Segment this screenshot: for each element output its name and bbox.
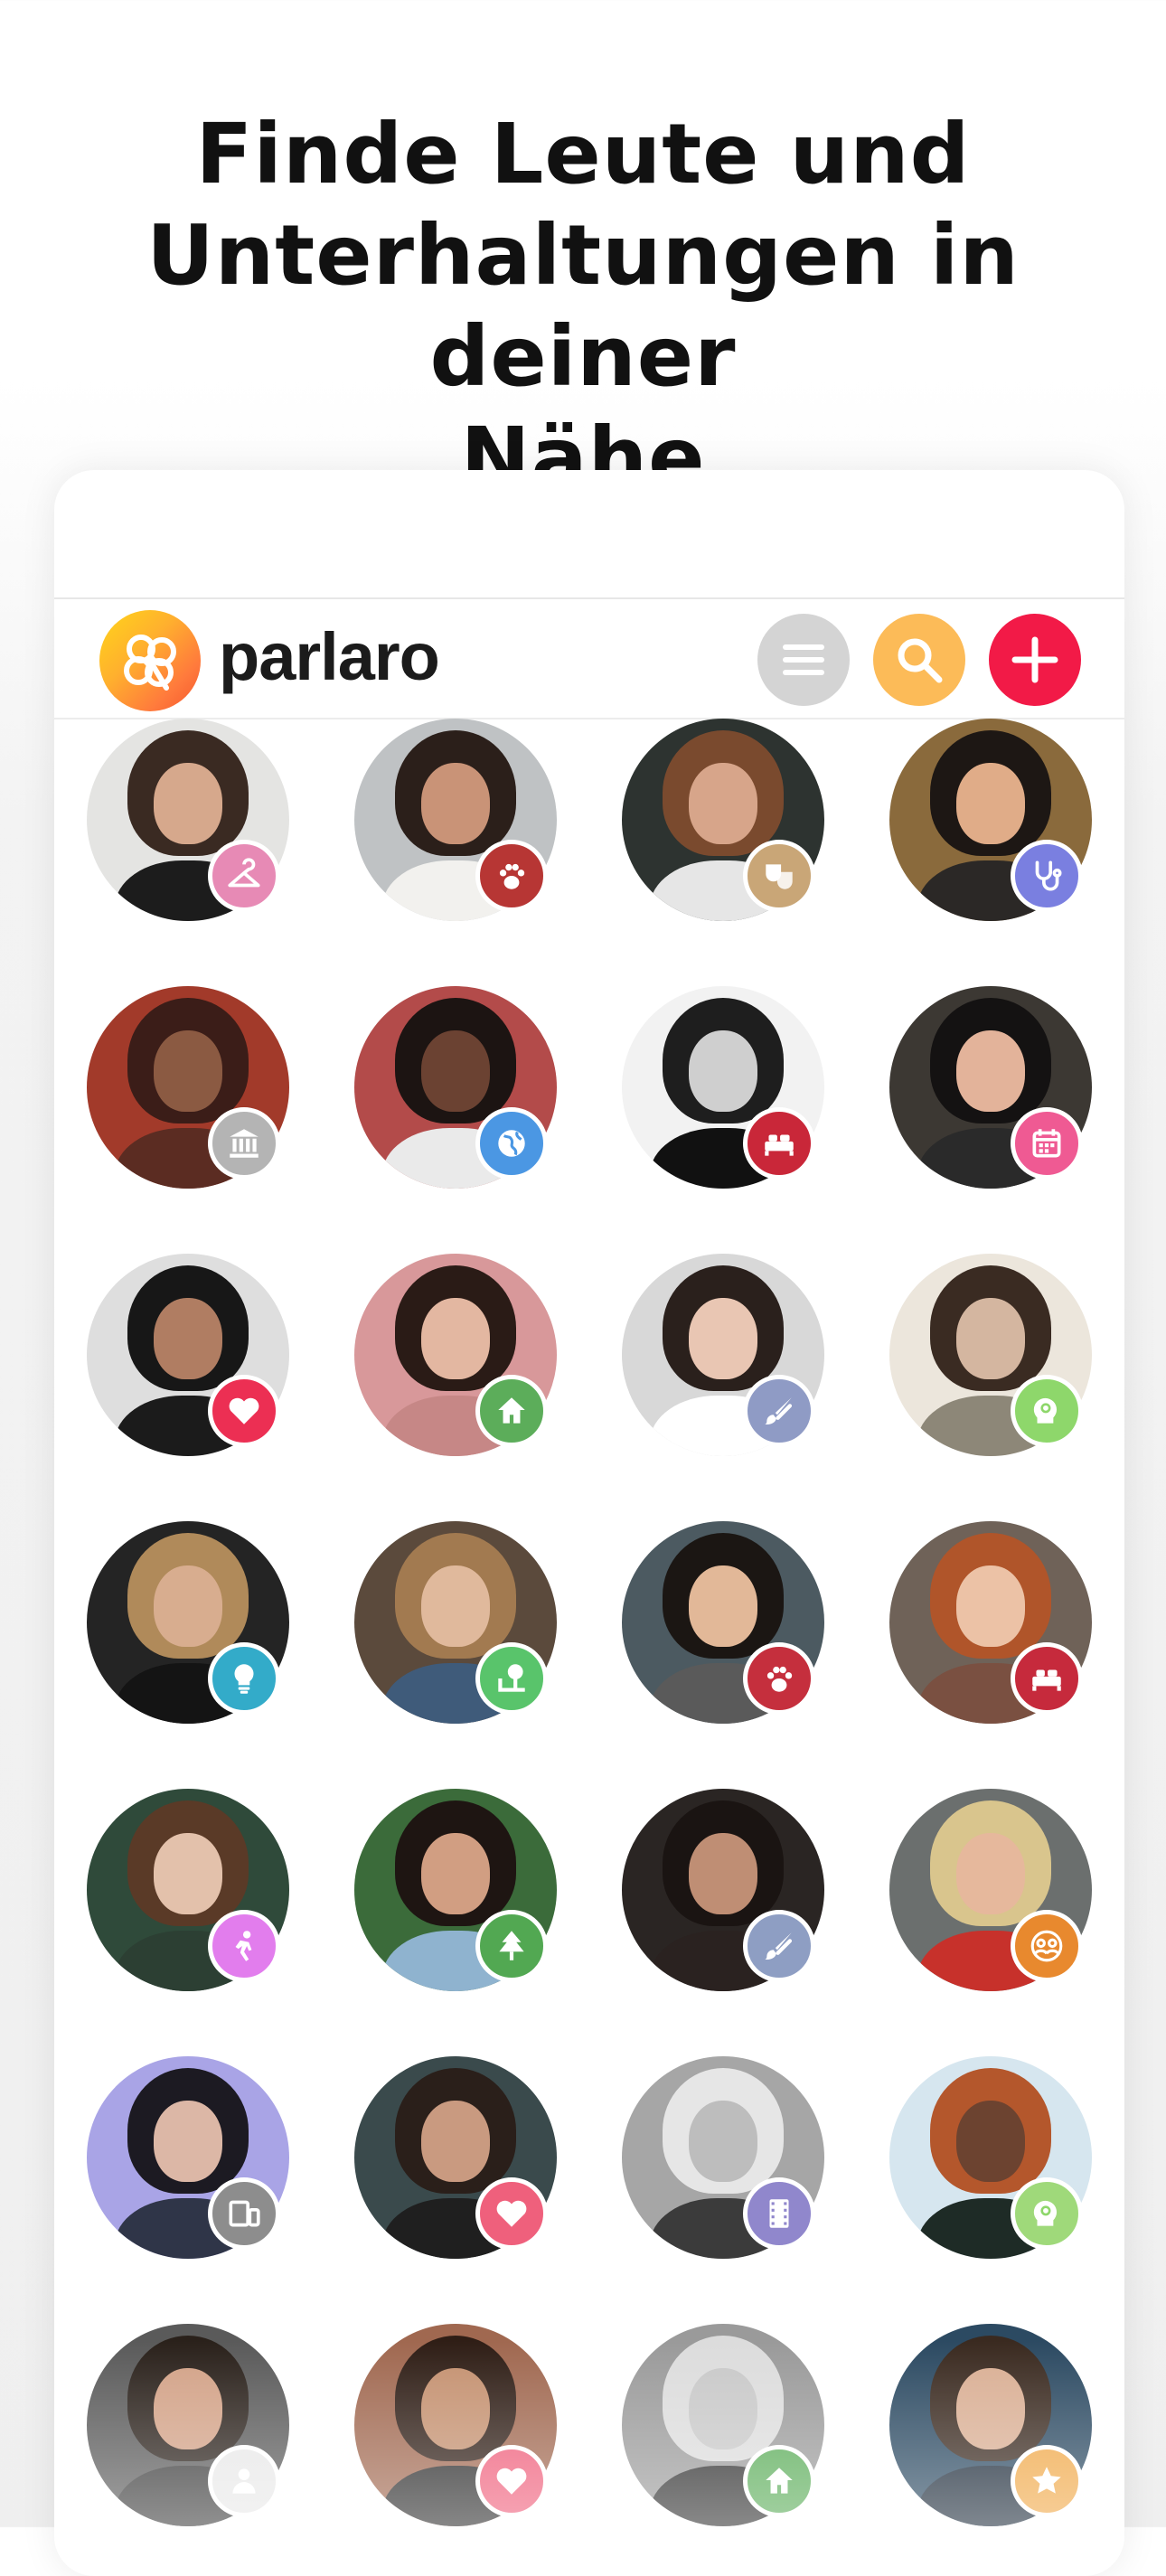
interest-badge	[475, 2445, 548, 2517]
globe-icon	[498, 1130, 525, 1157]
home-icon	[498, 1397, 525, 1424]
interest-badge	[1011, 1375, 1083, 1447]
interest-badge	[475, 1375, 548, 1447]
bed-icon	[1032, 1669, 1061, 1691]
interest-badge	[208, 1910, 280, 1982]
interest-badge	[475, 1107, 548, 1180]
profile-avatar[interactable]	[889, 1254, 1092, 1456]
interest-badge	[208, 1107, 280, 1180]
interest-badge	[208, 1375, 280, 1447]
profile-avatar[interactable]	[622, 1254, 824, 1456]
profile-avatar[interactable]	[889, 986, 1092, 1189]
profile-avatar[interactable]	[889, 2324, 1092, 2526]
interest-badge	[1011, 2177, 1083, 2250]
profile-avatar[interactable]	[87, 986, 289, 1189]
profile-avatar[interactable]	[622, 2056, 824, 2259]
profile-avatar[interactable]	[87, 719, 289, 921]
interest-badge	[743, 2177, 815, 2250]
interest-badge	[743, 1642, 815, 1715]
interest-badge	[1011, 2445, 1083, 2517]
profile-avatar[interactable]	[87, 2056, 289, 2259]
profile-avatar[interactable]	[87, 1789, 289, 1991]
profile-avatar[interactable]	[889, 1521, 1092, 1724]
interest-badge	[208, 2177, 280, 2250]
headline-line-1: Finde Leute und	[195, 106, 971, 202]
page-headline: Finde Leute und Unterhaltungen in deiner…	[0, 104, 1166, 509]
dance-icon	[235, 1931, 252, 1961]
profile-avatar[interactable]	[354, 2056, 557, 2259]
app-bar: parlaro	[54, 599, 1124, 719]
film-icon	[769, 2199, 789, 2228]
paintbrush-icon	[765, 1932, 793, 1960]
hanger-icon	[228, 858, 260, 888]
search-icon	[898, 638, 943, 683]
interest-badge	[743, 2445, 815, 2517]
theater-masks-icon	[766, 864, 793, 889]
interest-badge	[1011, 1642, 1083, 1715]
profile-avatar[interactable]	[354, 986, 557, 1189]
interest-badge	[475, 2177, 548, 2250]
clover-logo-icon	[99, 610, 201, 711]
profile-avatar[interactable]	[622, 1521, 824, 1724]
interest-badge	[1011, 1107, 1083, 1180]
bed-icon	[765, 1134, 794, 1156]
profile-avatar[interactable]	[87, 1254, 289, 1456]
profile-avatar[interactable]	[622, 1789, 824, 1991]
interest-badge	[475, 840, 548, 912]
interest-badge	[475, 1642, 548, 1715]
interest-badge	[1011, 840, 1083, 912]
interest-badge	[475, 1910, 548, 1982]
profile-avatar[interactable]	[354, 1521, 557, 1724]
plus-icon	[1011, 636, 1058, 683]
interest-badge	[1011, 1910, 1083, 1982]
heart-icon	[496, 2468, 527, 2495]
profile-avatar[interactable]	[889, 719, 1092, 921]
home-icon	[766, 2468, 793, 2494]
paw-icon	[766, 1666, 793, 1692]
person-icon	[232, 2468, 256, 2494]
interest-badge	[743, 840, 815, 912]
calendar-icon	[1032, 1129, 1061, 1158]
profile-avatar[interactable]	[622, 986, 824, 1189]
menu-icon	[783, 644, 824, 675]
mind-icon	[1033, 1397, 1058, 1424]
heart-icon	[229, 1397, 259, 1424]
museum-icon	[230, 1129, 259, 1158]
profile-avatar[interactable]	[622, 2324, 824, 2526]
interest-badge	[208, 2445, 280, 2517]
interest-badge	[208, 840, 280, 912]
stethoscope-icon	[1035, 860, 1062, 891]
lightbulb-icon	[234, 1664, 254, 1694]
brand-name: parlaro	[219, 619, 440, 694]
profile-avatar[interactable]	[354, 1254, 557, 1456]
heart-icon	[496, 2200, 527, 2227]
menu-button[interactable]	[757, 614, 850, 706]
interest-badge	[743, 1107, 815, 1180]
paw-icon	[499, 863, 525, 889]
park-icon	[498, 1664, 525, 1692]
add-button[interactable]	[989, 614, 1081, 706]
profile-avatar[interactable]	[622, 719, 824, 921]
status-bar	[54, 470, 1124, 599]
interest-badge	[743, 1375, 815, 1447]
profile-avatar[interactable]	[354, 719, 557, 921]
star-icon	[1032, 2467, 1061, 2494]
profile-avatar[interactable]	[889, 2056, 1092, 2259]
profile-avatar[interactable]	[87, 1521, 289, 1724]
devices-icon	[229, 2200, 260, 2227]
headline-line-2: Unterhaltungen in deiner	[146, 207, 1020, 405]
tree-icon	[499, 1931, 524, 1960]
interest-badge	[743, 1910, 815, 1982]
paintbrush-icon	[765, 1397, 793, 1424]
phone-screen: parlaro	[54, 470, 1124, 2576]
profile-avatar[interactable]	[87, 2324, 289, 2526]
interest-badge	[208, 1642, 280, 1715]
mind-icon	[1033, 2200, 1058, 2226]
search-button[interactable]	[873, 614, 965, 706]
profile-avatar[interactable]	[354, 2324, 557, 2526]
profile-avatar[interactable]	[354, 1789, 557, 1991]
community-icon	[1030, 1930, 1063, 1962]
profile-avatar[interactable]	[889, 1789, 1092, 1991]
